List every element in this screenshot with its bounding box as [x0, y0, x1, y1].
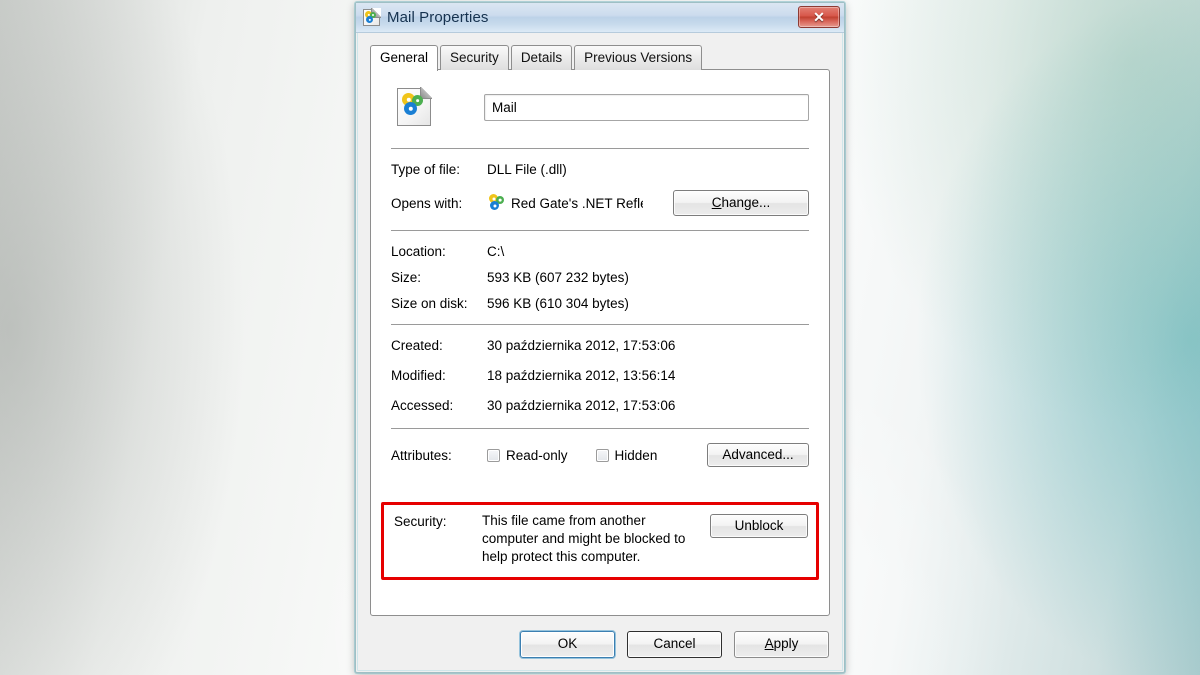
opens-with-label: Opens with: [391, 195, 487, 212]
readonly-label[interactable]: Read-only [506, 448, 568, 463]
close-button[interactable]: ✕ [798, 6, 840, 28]
opens-with-row: Opens with: Red Gate's .NET Refle Change… [391, 190, 809, 216]
location-row: Location: C:\ [391, 243, 809, 260]
location-size-group: Location: C:\ Size: 593 KB (607 232 byte… [391, 243, 809, 312]
security-highlight-box: Security: This file came from another co… [381, 502, 819, 580]
change-button[interactable]: Change... [673, 190, 809, 216]
size-on-disk-row: Size on disk: 596 KB (610 304 bytes) [391, 295, 809, 312]
type-of-file-label: Type of file: [391, 161, 487, 178]
security-message: This file came from another computer and… [482, 512, 700, 566]
general-tab-panel: Type of file: DLL File (.dll) Opens with… [370, 69, 830, 616]
dll-file-icon [363, 9, 380, 26]
tab-strip: General Security Details Previous Versio… [356, 33, 844, 70]
accessed-label: Accessed: [391, 397, 487, 414]
divider-1 [391, 148, 809, 149]
accessed-value: 30 października 2012, 17:53:06 [487, 397, 675, 414]
size-value: 593 KB (607 232 bytes) [487, 269, 629, 286]
unblock-button[interactable]: Unblock [710, 514, 808, 538]
divider-2 [391, 230, 809, 231]
filename-row [391, 88, 809, 140]
dialog-footer: OK Cancel Apply [356, 616, 844, 672]
reflector-app-icon [487, 194, 505, 212]
modified-row: Modified: 18 października 2012, 13:56:14 [391, 367, 809, 384]
created-label: Created: [391, 337, 487, 354]
window-title: Mail Properties [387, 9, 489, 26]
type-of-file-value: DLL File (.dll) [487, 161, 567, 178]
opens-with-value: Red Gate's .NET Refle [511, 195, 643, 212]
apply-button[interactable]: Apply [734, 631, 829, 658]
apply-button-label: Apply [765, 637, 799, 651]
title-bar[interactable]: Mail Properties ✕ [356, 3, 844, 33]
size-row: Size: 593 KB (607 232 bytes) [391, 269, 809, 286]
tab-previous-versions[interactable]: Previous Versions [574, 45, 702, 70]
accessed-row: Accessed: 30 października 2012, 17:53:06 [391, 397, 809, 414]
size-label: Size: [391, 269, 487, 286]
location-label: Location: [391, 243, 487, 260]
ok-button[interactable]: OK [520, 631, 615, 658]
size-on-disk-value: 596 KB (610 304 bytes) [487, 295, 629, 312]
hidden-label[interactable]: Hidden [615, 448, 658, 463]
created-value: 30 października 2012, 17:53:06 [487, 337, 675, 354]
attributes-label: Attributes: [391, 447, 487, 464]
change-button-label: Change... [712, 196, 771, 210]
timestamps-group: Created: 30 października 2012, 17:53:06 … [391, 337, 809, 414]
desktop-background: Mail Properties ✕ General Security Detai… [0, 0, 1200, 675]
mail-properties-dialog: Mail Properties ✕ General Security Detai… [355, 2, 845, 673]
close-icon: ✕ [813, 10, 825, 24]
modified-value: 18 października 2012, 13:56:14 [487, 367, 675, 384]
location-value: C:\ [487, 243, 504, 260]
cancel-button[interactable]: Cancel [627, 631, 722, 658]
attributes-row: Attributes: Read-only Hidden Advanced... [391, 441, 809, 467]
filename-input[interactable] [484, 94, 809, 121]
tab-security[interactable]: Security [440, 45, 509, 70]
created-row: Created: 30 października 2012, 17:53:06 [391, 337, 809, 354]
security-label: Security: [394, 512, 482, 529]
size-on-disk-label: Size on disk: [391, 295, 487, 312]
file-type-group: Type of file: DLL File (.dll) Opens with… [391, 161, 809, 216]
readonly-checkbox[interactable] [487, 449, 500, 462]
dll-file-icon [397, 88, 431, 126]
divider-3 [391, 324, 809, 325]
tab-general[interactable]: General [370, 45, 438, 71]
hidden-checkbox[interactable] [596, 449, 609, 462]
modified-label: Modified: [391, 367, 487, 384]
advanced-button[interactable]: Advanced... [707, 443, 809, 467]
type-of-file-row: Type of file: DLL File (.dll) [391, 161, 809, 178]
tab-details[interactable]: Details [511, 45, 572, 70]
divider-4 [391, 428, 809, 429]
